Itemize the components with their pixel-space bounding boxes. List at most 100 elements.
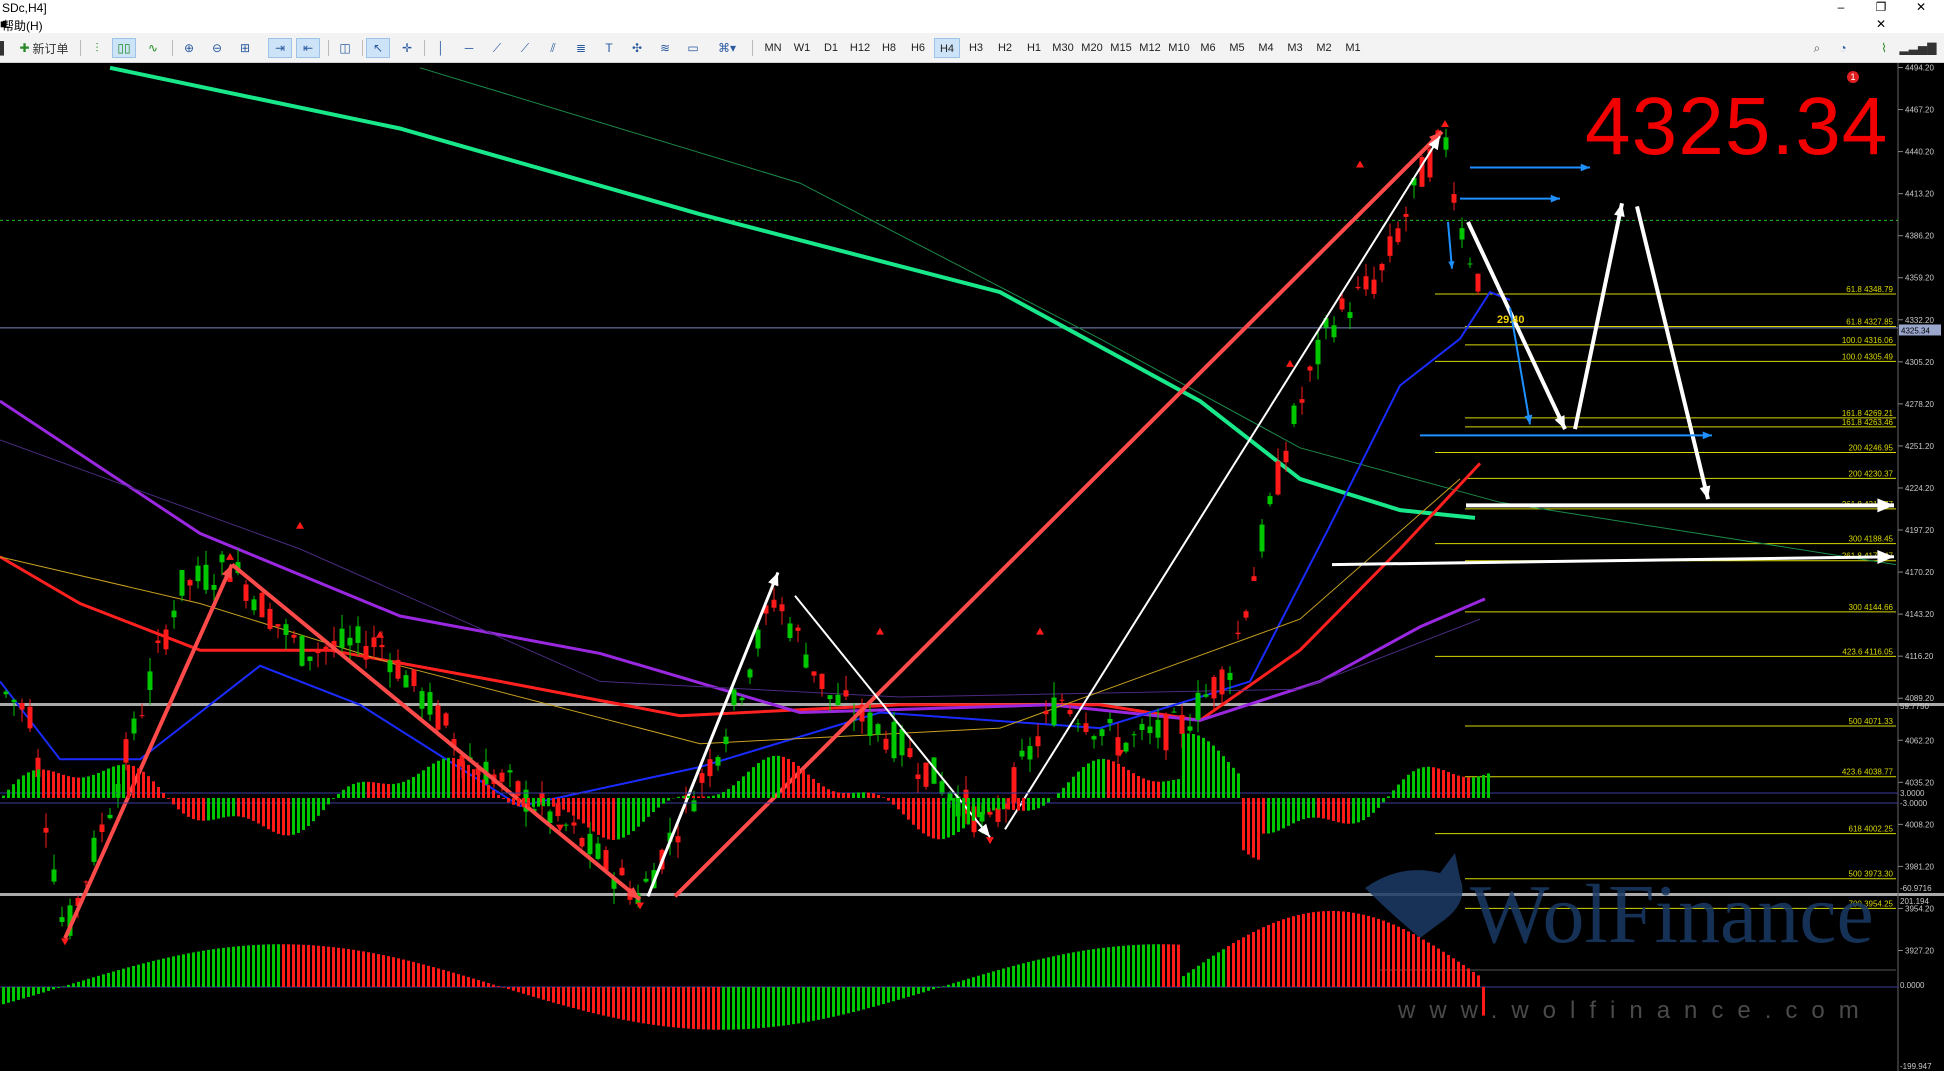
timeframe-h12[interactable]: H12 [847,38,873,58]
line-chart-icon[interactable]: ∿ [142,38,164,58]
indicator2-bar [472,978,475,987]
indicator2-bar [687,987,690,1029]
timeframe-m12[interactable]: M12 [1137,38,1163,58]
candle-body [995,807,1001,822]
cursor-icon[interactable]: ↖ [366,38,390,58]
timeframe-w1[interactable]: W1 [789,38,815,58]
indicator2-bar [22,987,25,999]
candlestick-icon[interactable]: ▯▯ [112,38,136,58]
new-order-button[interactable]: ✚ 新订单 [14,38,74,58]
indicator2-bar [1117,946,1120,987]
candle-body [1091,736,1097,740]
indicator2-bar [37,987,40,994]
timeframe-m15[interactable]: M15 [1108,38,1134,58]
indicator2-bar [1472,971,1475,987]
timeframe-m10[interactable]: M10 [1166,38,1192,58]
timeframe-h4[interactable]: H4 [934,38,960,58]
timeframe-h1[interactable]: H1 [1021,38,1047,58]
indicator1-bar [177,798,180,810]
indicator2-bar [1317,911,1320,987]
indicator2-bar [677,987,680,1028]
minimize-button[interactable]: – [1826,0,1856,16]
indicator2-bar [52,987,55,990]
indicator2-bar [972,977,975,987]
fib-fan-icon[interactable]: ≋ [654,38,676,58]
autoscroll-icon[interactable]: ⇥ [268,38,292,58]
price-axis-label: 3927.20 [1905,947,1934,956]
indicator2-bar [237,946,240,987]
candle-body [787,623,793,639]
indicator2-bar [527,987,530,996]
indicator1-bar [392,783,395,798]
annotation-value: 29.40 [1497,314,1525,326]
toolbar: ▌ ✚ 新订单 ⫶ ▯▯ ∿ ⊕ ⊖ ⊞ ⇥ ⇤ ◫ ↖ ✛ │ ─ ⟋ ⟋ ⫽… [0,33,1944,83]
indicator1-bar [152,781,155,798]
timeframe-m1[interactable]: M1 [1340,38,1366,58]
indicator1-bar [102,770,105,798]
timeframe-m5[interactable]: M5 [1224,38,1250,58]
indicator2-bar [772,987,775,1027]
signal-icon[interactable]: ⌇ [1874,38,1894,58]
chart-shift-icon[interactable]: ⇤ [296,38,320,58]
signal-strength-icon: ▂▃▅▇ [1899,41,1937,55]
channel-icon[interactable]: ⫽ [542,38,564,58]
candle-body [251,599,257,611]
gann-icon[interactable]: ✣ [626,38,648,58]
screenshot-icon[interactable]: ◫ [334,38,356,58]
indicator1-bar [627,798,630,835]
horizontal-line-icon[interactable]: ─ [458,38,480,58]
indicator1-bar [622,798,625,838]
search-icon[interactable]: ⌕ [1806,38,1828,58]
timeframe-h6[interactable]: H6 [905,38,931,58]
indicator2-bar [1132,945,1135,987]
timeframe-m3[interactable]: M3 [1282,38,1308,58]
ray-icon[interactable]: ⟋ [514,38,536,58]
grid-icon[interactable]: ⊞ [234,38,256,58]
bar-chart-icon[interactable]: ⫶ [86,38,108,58]
indicator2-bar [352,949,355,987]
candle-body [83,881,89,883]
close-button[interactable]: ✕ [1906,0,1936,16]
menu-icon[interactable]: ▌ [0,38,8,58]
maximize-button[interactable]: ❐ [1866,0,1896,16]
timeframe-mn[interactable]: MN [760,38,786,58]
shapes-dropdown-icon[interactable]: ⌘▾ [710,38,744,58]
indicator1-bar [1477,776,1480,798]
indicator1-bar [487,784,490,798]
indicator1-bar [1232,767,1235,798]
indicator1-bar [1422,767,1425,798]
timeframe-h3[interactable]: H3 [963,38,989,58]
crosshair-icon[interactable]: ✛ [396,38,418,58]
zoom-in-icon[interactable]: ⊕ [178,38,200,58]
indicator2-bar [442,969,445,987]
timeframe-m6[interactable]: M6 [1195,38,1221,58]
timeframe-m2[interactable]: M2 [1311,38,1337,58]
menu-help[interactable]: 帮助(H) [2,17,43,34]
zoom-out-icon[interactable]: ⊖ [206,38,228,58]
candle-body [1203,694,1209,697]
candle-body [163,629,169,650]
timeframe-d1[interactable]: D1 [818,38,844,58]
rectangle-icon[interactable]: ▭ [682,38,704,58]
indicator1-bar [592,798,595,832]
text-icon[interactable]: T [598,38,620,58]
candle-body [923,762,929,787]
indicator1-bar [642,798,645,822]
indicator1-bar [1187,733,1190,798]
timeframe-h2[interactable]: H2 [992,38,1018,58]
vertical-line-icon[interactable]: │ [430,38,452,58]
indicator1-bar [1202,737,1205,798]
indicator2-bar [1107,947,1110,987]
candle-body [915,774,921,780]
chart-close-button[interactable]: ✕ [1866,17,1896,33]
notification-icon[interactable]: ◔ [1832,38,1854,58]
indicator1-bar [1227,761,1230,798]
indicator1-bar [1247,798,1250,855]
timeframe-m4[interactable]: M4 [1253,38,1279,58]
timeframe-m20[interactable]: M20 [1079,38,1105,58]
fibonacci-icon[interactable]: ≣ [570,38,592,58]
timeframe-m30[interactable]: M30 [1050,38,1076,58]
timeframe-h8[interactable]: H8 [876,38,902,58]
indicator1-bar [1107,759,1110,798]
trendline-icon[interactable]: ⟋ [486,38,508,58]
